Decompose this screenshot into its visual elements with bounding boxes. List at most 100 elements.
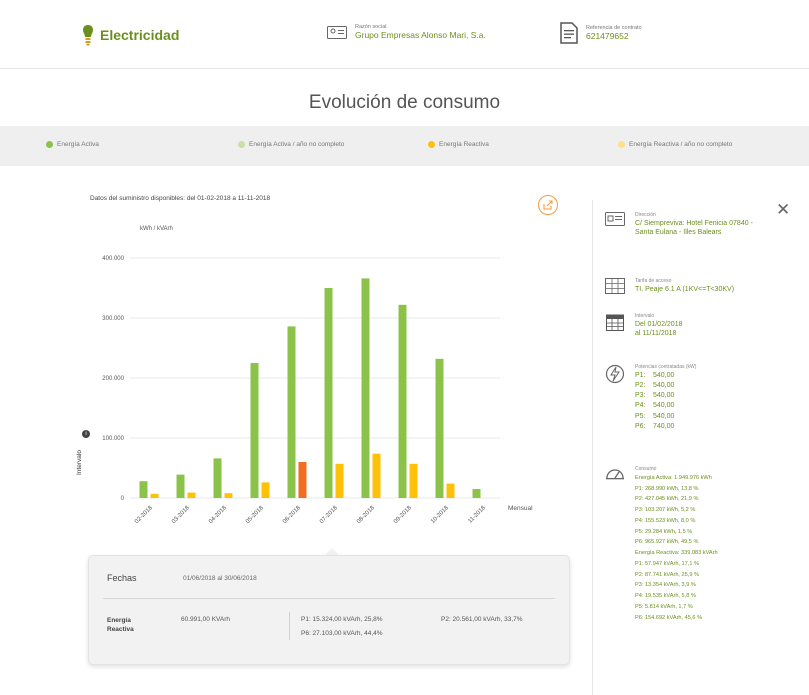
legend-label: Energía Reactiva / año no completo: [629, 141, 733, 148]
legend-bar: Energía Activa Energía Activa / año no c…: [0, 126, 809, 166]
potencia-key: P1:: [635, 372, 646, 379]
bar-energia-activa: [139, 481, 148, 498]
potencia-row: P2: 540,00: [635, 381, 696, 391]
x-tick-label: 10-2018: [430, 505, 450, 525]
potencia-key: P6:: [635, 422, 646, 430]
razon-social: Razón social Grupo Empresas Alonso Mari,…: [327, 24, 486, 40]
tarifa-section: Tarifa de acceso TI. Peaje 6.1 A (1KV<=T…: [605, 278, 734, 294]
brand: Electricidad: [82, 24, 179, 46]
potencia-key: P4:: [635, 402, 646, 410]
bar-energia-reactiva: [409, 463, 418, 498]
potencia-value: 540,00: [653, 392, 675, 400]
direccion-section: Dirección C/ Siempreviva: Hotel Fenicia …: [605, 212, 765, 238]
popup-row-label: Energía Reactiva: [107, 616, 134, 634]
popup-total: 60.991,00 KVArh: [181, 616, 231, 623]
legend-dot: [428, 141, 435, 148]
power-bolt-icon: [605, 364, 625, 384]
potencias-section: Potencias contratadas (kW) P1: 540,00 P2:…: [605, 364, 696, 432]
legend-dot: [238, 141, 245, 148]
x-tick-label: 03-2018: [171, 505, 191, 525]
direccion-value: C/ Siempreviva: Hotel Fenicia 07840 - Sa…: [635, 220, 753, 237]
potencia-row: P5: 540,00: [635, 412, 696, 422]
intervalo-section: Intervalo Del 01/02/2018 al 11/11/2018: [605, 313, 682, 339]
tarifa-value: TI. Peaje 6.1 A (1KV<=T<30KV): [635, 286, 735, 293]
id-card-icon: [327, 25, 347, 39]
consumo-line: P5: 5.814 kVArh, 1,7 %: [635, 603, 693, 610]
y-tick-label: 100.000: [102, 436, 124, 442]
potencia-row: P4: 540,00: [635, 401, 696, 411]
calendar-icon: [606, 314, 624, 331]
legend-item-energia-reactiva-incompleto[interactable]: Energía Reactiva / año no completo: [618, 141, 732, 148]
potencia-value: 540,00: [653, 402, 675, 410]
popup-p2: P2: 20.561,00 kVArh, 33,7%: [441, 616, 523, 623]
legend-item-energia-activa-incompleto[interactable]: Energía Activa / año no completo: [238, 141, 344, 148]
x-tick-label: 06-2018: [282, 505, 302, 525]
potencia-key: P2:: [635, 382, 646, 390]
consumo-line: P6: 154.692 kVArh, 45,6 %: [635, 614, 703, 621]
bar-energia-reactiva: [298, 462, 307, 498]
unit-label: kWh / kVArh: [140, 226, 173, 232]
consumo-line: Energía Activa: 1.949.976 kWh: [635, 475, 712, 481]
potencia-value: 740,00: [653, 422, 675, 430]
y-tick-label: 200.000: [102, 376, 124, 382]
popup-row-label-line2: Reactiva: [107, 626, 134, 634]
x-axis-label: Mensual: [508, 505, 533, 512]
address-card-icon: [605, 212, 625, 226]
page-title: Evolución de consumo: [308, 92, 501, 113]
bar-energia-activa: [176, 474, 185, 498]
consumo-line: P3: 103.207 kWh, 5,2 %: [635, 507, 696, 514]
legend-label: Energía Activa: [57, 141, 99, 148]
popup-row-label-line1: Energía: [107, 617, 131, 624]
potencia-row: P1: 540,00: [635, 371, 696, 381]
contrato-value: 621479652: [586, 30, 629, 41]
y-tick-label: 300.000: [102, 316, 124, 322]
export-icon: [543, 200, 553, 210]
consumo-line: P1: 57.947 kVArh, 17,1 %: [635, 560, 699, 567]
potencia-value: 540,00: [653, 372, 675, 379]
potencia-value: 540,00: [653, 412, 675, 420]
share-button[interactable]: [538, 195, 558, 215]
legend-label: Energía Reactiva: [439, 141, 489, 148]
x-tick-label: 08-2018: [356, 505, 376, 525]
legend-dot: [46, 141, 53, 148]
potencia-value: 540,00: [653, 382, 675, 390]
bar-energia-reactiva: [150, 493, 159, 498]
intervalo-value-end: al 11/11/2018: [635, 330, 677, 338]
brand-title: Electricidad: [100, 27, 180, 43]
bar-energia-activa: [250, 363, 259, 498]
y-tick-label: 0: [121, 496, 125, 502]
consumo-line: P6: 965.927 kWh, 49,5 %: [635, 539, 699, 546]
consumo-line: P1: 268.990 kWh, 13,8 %: [635, 485, 699, 492]
bar-energia-activa: [287, 326, 296, 498]
consumo-line: P4: 19.535 kVArh, 5,8 %: [635, 593, 696, 600]
razon-value: Grupo Empresas Alonso Mari, S.a.: [355, 30, 486, 41]
supply-details-panel: Dirección C/ Siempreviva: Hotel Fenicia …: [592, 200, 783, 695]
consumo-line: P3: 13.354 kVArh, 3,9 %: [635, 582, 696, 589]
table-grid-icon: [605, 278, 625, 294]
bar-energia-reactiva: [261, 482, 270, 498]
consumo-line: P2: 87.741 kVArh, 25,9 %: [635, 571, 699, 578]
potencia-row: P3: 540,00: [635, 391, 696, 401]
legend-item-energia-activa[interactable]: Energía Activa: [46, 141, 99, 148]
intervalo-label: Intervalo: [635, 313, 655, 319]
bar-energia-activa: [213, 458, 222, 498]
bar-energia-reactiva: [187, 492, 196, 498]
consumo-label: Consumo: [635, 466, 657, 472]
detail-popup: Fechas 01/06/2018 al 30/06/2018 Energía …: [88, 555, 570, 665]
consumo-line: P2: 427.045 kWh, 21,9 %: [635, 496, 699, 503]
consumption-chart: 0 100.000 200.000 300.000 400.000 02-2018 03-2…: [102, 256, 533, 525]
x-tick-label: 02-2018: [134, 505, 154, 525]
potencia-key: P5:: [635, 412, 646, 420]
date-range: Datos del suministro disponibles: del 01…: [90, 195, 271, 202]
bar-energia-reactiva: [372, 453, 381, 498]
consumo-line: P5: 29.284 kWh, 1,5 %: [635, 528, 693, 535]
gauge-icon: [606, 469, 624, 480]
bar-energia-activa: [324, 288, 333, 498]
popup-divider: [103, 598, 555, 599]
y-tick-label: 400.000: [102, 256, 124, 262]
bar-energia-reactiva: [335, 463, 344, 498]
legend-item-energia-reactiva[interactable]: Energía Reactiva: [428, 141, 489, 148]
contrato: Referencia de contrato 621479652: [560, 22, 642, 44]
popup-fechas-value: 01/06/2018 al 30/06/2018: [183, 575, 257, 582]
consumo-line: P4: 155.523 kWh, 8,0 %: [635, 517, 696, 524]
